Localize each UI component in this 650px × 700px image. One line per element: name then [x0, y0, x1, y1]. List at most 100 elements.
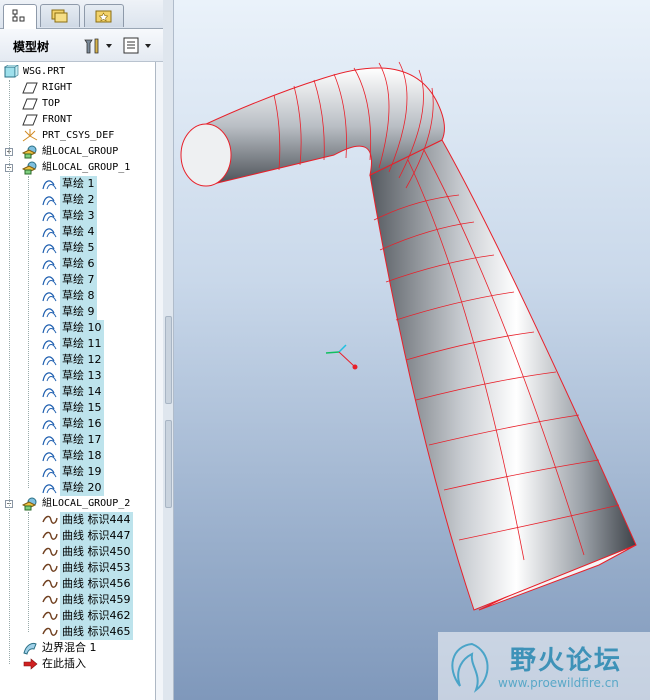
sketch-icon [42, 257, 58, 271]
tree-item-sketch-11-label: 草绘 11 [60, 336, 104, 352]
tree-item-curve-7-label: 曲线 标识462 [60, 608, 133, 624]
watermark-url: www.proewildfire.cn [498, 676, 619, 690]
folder-icon [51, 9, 68, 23]
tree-item-sketch-4-label: 草绘 4 [60, 224, 97, 240]
tree-item-sketch-3-label: 草绘 3 [60, 208, 97, 224]
tab-model-tree[interactable] [3, 4, 37, 29]
tree-item-sketch-9-label: 草绘 9 [60, 304, 97, 320]
part-icon [3, 64, 19, 79]
model-tree: WSG.PRT RIGHT TOP FRONT PRT_CSYS_DEF + 組LOCAL_… [0, 62, 156, 700]
tree-item-sketch-2-label: 草绘 2 [60, 192, 97, 208]
model-tree-toolbar: 模型树 [0, 29, 163, 62]
tree-item-sketch-10-label: 草绘 10 [60, 320, 104, 336]
sketch-icon [42, 353, 58, 367]
tree-connector [28, 176, 29, 488]
tree-item-sketch-13-label: 草绘 13 [60, 368, 104, 384]
sketch-icon [42, 273, 58, 287]
tree-connector [28, 512, 29, 632]
settings-tools-icon[interactable] [82, 36, 114, 56]
sketch-icon [42, 209, 58, 223]
tree-connector [9, 80, 10, 664]
tree-item-curve-8-label: 曲线 标识465 [60, 624, 133, 640]
tree-item-curve-6-label: 曲线 标识459 [60, 592, 133, 608]
tree-item-sketch-20-label: 草绘 20 [60, 480, 104, 496]
tree-item-sketch-7-label: 草绘 7 [60, 272, 97, 288]
tree-item-curve-4-label: 曲线 标识453 [60, 560, 133, 576]
watermark-title: 野火论坛 [510, 646, 623, 676]
sketch-icon [42, 225, 58, 239]
curve-icon [42, 609, 58, 623]
curve-icon [42, 545, 58, 559]
tree-item-sketch-19-label: 草绘 19 [60, 464, 104, 480]
tree-item-sketch-18-label: 草绘 18 [60, 448, 104, 464]
panel-splitter[interactable] [163, 0, 174, 700]
sketch-icon [42, 369, 58, 383]
model-tree-title: 模型树 [13, 40, 50, 54]
tree-item-datum-right-label: RIGHT [42, 82, 73, 93]
show-options-icon[interactable] [122, 36, 156, 56]
graphics-viewport[interactable] [174, 0, 650, 700]
blend-icon [22, 641, 38, 655]
tree-item-sketch-6-label: 草绘 6 [60, 256, 97, 272]
curve-icon [42, 561, 58, 575]
sweep-blend-model[interactable] [174, 0, 650, 700]
plane-icon [22, 81, 38, 95]
tree-item-group2-label: 組LOCAL_GROUP_2 [42, 498, 131, 509]
sketch-icon [42, 177, 58, 191]
sketch-icon [42, 465, 58, 479]
curve-icon [42, 593, 58, 607]
tree-item-sketch-17-label: 草绘 17 [60, 432, 104, 448]
sketch-icon [42, 401, 58, 415]
left-panel: 模型树 WSG.PRT RIGHT TOP FRONT PRT_CSYS_DEF + 組LO… [0, 0, 164, 700]
sketch-icon [42, 241, 58, 255]
favorites-icon [95, 10, 112, 23]
tree-item-sketch-8-label: 草绘 8 [60, 288, 97, 304]
watermark: 野火论坛 www.proewildfire.cn [438, 632, 650, 700]
sketch-icon [42, 433, 58, 447]
tree-item-sketch-15-label: 草绘 15 [60, 400, 104, 416]
tree-item-insert-here-label: 在此插入 [42, 657, 86, 670]
sketch-icon [42, 193, 58, 207]
tree-item-sketch-1-label: 草绘 1 [60, 176, 97, 192]
model-tree-icon [12, 9, 25, 22]
tree-item-datum-front-label: FRONT [42, 114, 73, 125]
sash-handle-bottom[interactable] [165, 420, 172, 508]
curve-icon [42, 625, 58, 639]
plane-icon [22, 97, 38, 111]
sketch-icon [42, 385, 58, 399]
curve-icon [42, 529, 58, 543]
curve-icon [42, 577, 58, 591]
tree-item-boundary-blend-label: 边界混合 1 [42, 641, 97, 654]
group-icon [21, 497, 38, 511]
group-icon [21, 145, 38, 159]
sketch-icon [42, 449, 58, 463]
curve-icon [42, 513, 58, 527]
tree-item-csys-label: PRT_CSYS_DEF [42, 130, 115, 141]
tree-item-sketch-16-label: 草绘 16 [60, 416, 104, 432]
csys-icon [22, 129, 38, 143]
plane-icon [22, 113, 38, 127]
tree-item-sketch-5-label: 草绘 5 [60, 240, 97, 256]
tree-item-root-label: WSG.PRT [23, 66, 66, 77]
csys-triad-icon [325, 344, 358, 370]
navigator-tabs [0, 0, 163, 29]
tree-item-datum-top-label: TOP [42, 98, 61, 109]
sketch-icon [42, 481, 58, 495]
tree-item-curve-3-label: 曲线 标识450 [60, 544, 133, 560]
tree-item-sketch-14-label: 草绘 14 [60, 384, 104, 400]
wildfire-logo-icon [451, 642, 489, 693]
tree-item-group1-label: 組LOCAL_GROUP_1 [42, 162, 131, 173]
sketch-icon [42, 305, 58, 319]
sketch-icon [42, 289, 58, 303]
sketch-icon [42, 321, 58, 335]
tree-item-group0-label: 組LOCAL_GROUP [42, 146, 119, 157]
tree-item-sketch-12-label: 草绘 12 [60, 352, 104, 368]
tab-folder-browser[interactable] [40, 4, 80, 27]
insert-icon [22, 657, 38, 671]
tab-favorites[interactable] [84, 4, 124, 27]
sketch-icon [42, 337, 58, 351]
tree-item-curve-5-label: 曲线 标识456 [60, 576, 133, 592]
sash-handle-top[interactable] [165, 316, 172, 404]
sketch-icon [42, 417, 58, 431]
tree-item-curve-2-label: 曲线 标识447 [60, 528, 133, 544]
